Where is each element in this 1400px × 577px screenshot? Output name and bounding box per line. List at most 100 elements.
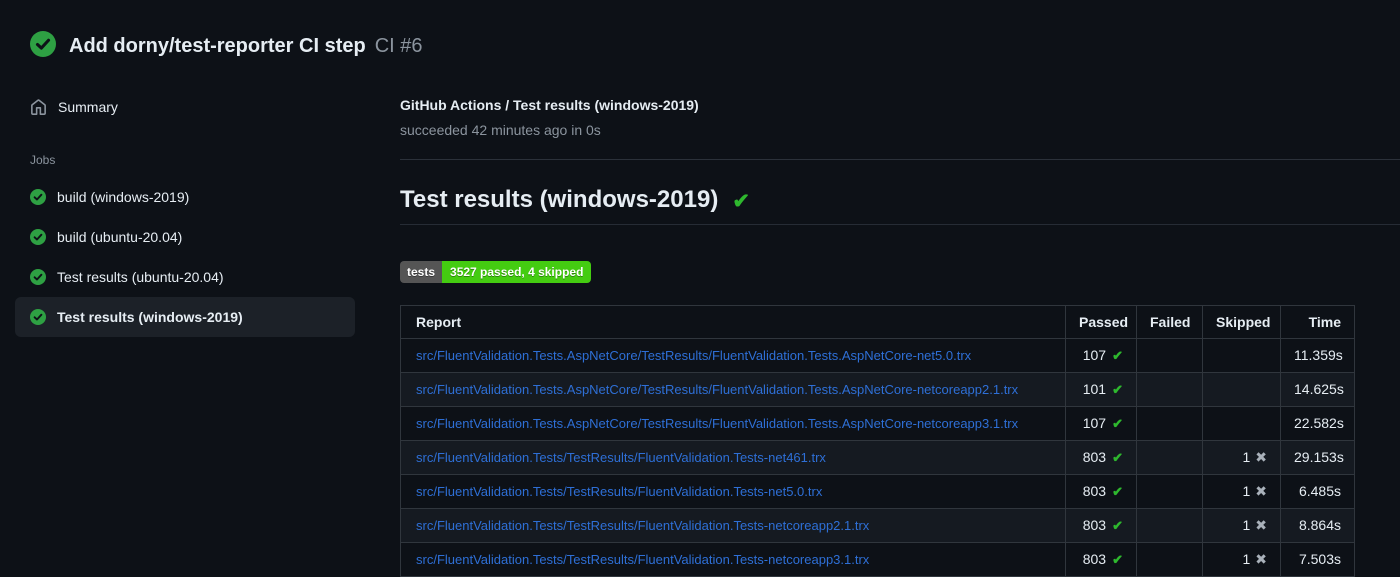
skipped-cell: 1 ✖ xyxy=(1202,439,1281,475)
job-success-icon xyxy=(30,229,46,245)
time-cell: 7.503s xyxy=(1280,541,1355,577)
passed-cell: 803 ✔ xyxy=(1065,541,1137,577)
table-row: src/FluentValidation.Tests.AspNetCore/Te… xyxy=(400,337,1355,373)
time-cell: 29.153s xyxy=(1280,439,1355,475)
job-success-icon xyxy=(30,189,46,205)
passed-cell: 101 ✔ xyxy=(1065,371,1137,407)
time-cell: 11.359s xyxy=(1280,337,1355,373)
results-heading-text: Test results (windows-2019) xyxy=(400,186,719,213)
skipped-cell: 1 ✖ xyxy=(1202,473,1281,509)
report-cell: src/FluentValidation.Tests/TestResults/F… xyxy=(400,473,1066,509)
time-value: 11.359s xyxy=(1294,347,1343,364)
sidebar-item-summary[interactable]: Summary xyxy=(0,96,400,118)
sidebar-job-item[interactable]: build (ubuntu-20.04) xyxy=(15,217,355,257)
time-value: 8.864s xyxy=(1298,517,1341,534)
passed-cell: 803 ✔ xyxy=(1065,507,1137,543)
job-status-line: succeeded 42 minutes ago in 0s xyxy=(400,122,601,138)
report-link[interactable]: src/FluentValidation.Tests/TestResults/F… xyxy=(416,552,869,567)
report-cell: src/FluentValidation.Tests.AspNetCore/Te… xyxy=(400,337,1066,373)
failed-cell xyxy=(1136,541,1203,577)
section-divider xyxy=(400,159,1400,160)
passed-check-icon: ✔ xyxy=(1112,449,1123,465)
passed-count: 107 xyxy=(1082,346,1107,363)
failed-cell xyxy=(1136,473,1203,509)
skipped-cell: 1 ✖ xyxy=(1202,541,1281,577)
time-cell: 22.582s xyxy=(1280,405,1355,441)
table-row: src/FluentValidation.Tests/TestResults/F… xyxy=(400,439,1355,475)
time-value: 7.503s xyxy=(1298,551,1341,568)
time-cell: 8.864s xyxy=(1280,507,1355,543)
table-row: src/FluentValidation.Tests.AspNetCore/Te… xyxy=(400,405,1355,441)
job-label: Test results (windows-2019) xyxy=(57,309,243,325)
job-breadcrumb: GitHub Actions / Test results (windows-2… xyxy=(400,97,699,113)
home-icon xyxy=(30,98,47,116)
column-header-failed: Failed xyxy=(1136,304,1203,339)
time-value: 14.625s xyxy=(1294,381,1344,398)
table-row: src/FluentValidation.Tests.AspNetCore/Te… xyxy=(400,371,1355,407)
failed-cell xyxy=(1136,371,1203,407)
skipped-cross-icon: ✖ xyxy=(1255,482,1267,499)
table-row: src/FluentValidation.Tests/TestResults/F… xyxy=(400,541,1355,577)
report-link[interactable]: src/FluentValidation.Tests/TestResults/F… xyxy=(416,484,822,499)
passed-count: 803 xyxy=(1082,550,1107,567)
skipped-cell xyxy=(1202,405,1281,441)
column-header-skipped: Skipped xyxy=(1202,304,1281,339)
report-cell: src/FluentValidation.Tests.AspNetCore/Te… xyxy=(400,371,1066,407)
passed-cell: 803 ✔ xyxy=(1065,473,1137,509)
passed-count: 107 xyxy=(1082,414,1107,431)
results-heading: Test results (windows-2019) ✔ xyxy=(400,186,1400,225)
report-link[interactable]: src/FluentValidation.Tests.AspNetCore/Te… xyxy=(416,348,971,363)
time-cell: 14.625s xyxy=(1280,371,1355,407)
run-number: CI #6 xyxy=(374,35,423,57)
passed-check-icon: ✔ xyxy=(1112,551,1123,567)
job-label: build (windows-2019) xyxy=(57,189,190,205)
run-success-icon xyxy=(30,31,56,62)
failed-cell xyxy=(1136,507,1203,543)
passed-check-icon: ✔ xyxy=(1112,483,1123,499)
failed-cell xyxy=(1136,405,1203,441)
report-cell: src/FluentValidation.Tests/TestResults/F… xyxy=(400,439,1066,475)
passed-check-icon: ✔ xyxy=(1112,415,1123,431)
job-label: Test results (ubuntu-20.04) xyxy=(57,269,224,285)
passed-count: 101 xyxy=(1082,380,1107,397)
success-check-icon: ✔ xyxy=(732,189,750,213)
skipped-count: 1 xyxy=(1242,448,1251,465)
passed-count: 803 xyxy=(1082,516,1107,533)
report-link[interactable]: src/FluentValidation.Tests.AspNetCore/Te… xyxy=(416,416,1018,431)
tests-badge[interactable]: tests 3527 passed, 4 skipped xyxy=(400,260,592,283)
run-header: Add dorny/test-reporter CI step CI #6 xyxy=(0,0,1400,60)
report-cell: src/FluentValidation.Tests.AspNetCore/Te… xyxy=(400,405,1066,441)
column-header-passed: Passed xyxy=(1065,304,1137,339)
sidebar-job-item[interactable]: build (windows-2019) xyxy=(15,177,355,217)
job-label: build (ubuntu-20.04) xyxy=(57,229,183,245)
sidebar: Summary Jobs build (windows-2019) build … xyxy=(0,96,400,337)
report-cell: src/FluentValidation.Tests/TestResults/F… xyxy=(400,541,1066,577)
passed-count: 803 xyxy=(1082,482,1107,499)
report-link[interactable]: src/FluentValidation.Tests/TestResults/F… xyxy=(416,518,869,533)
table-row: src/FluentValidation.Tests/TestResults/F… xyxy=(400,507,1355,543)
skipped-count: 1 xyxy=(1242,482,1251,499)
job-success-icon xyxy=(30,269,46,285)
job-success-icon xyxy=(30,309,46,325)
time-value: 29.153s xyxy=(1294,449,1344,466)
sidebar-job-item[interactable]: Test results (windows-2019) xyxy=(15,297,355,337)
run-title: Add dorny/test-reporter CI step xyxy=(69,35,366,57)
sidebar-job-item[interactable]: Test results (ubuntu-20.04) xyxy=(15,257,355,297)
table-header-row: Report Passed Failed Skipped Time xyxy=(400,304,1355,339)
skipped-cross-icon: ✖ xyxy=(1255,550,1267,567)
report-link[interactable]: src/FluentValidation.Tests.AspNetCore/Te… xyxy=(416,382,1018,397)
job-panel: GitHub Actions / Test results (windows-2… xyxy=(400,96,1400,577)
tests-badge-value: 3527 passed, 4 skipped xyxy=(442,260,592,283)
time-value: 6.485s xyxy=(1298,483,1341,500)
report-cell: src/FluentValidation.Tests/TestResults/F… xyxy=(400,507,1066,543)
passed-cell: 107 ✔ xyxy=(1065,337,1137,373)
failed-cell xyxy=(1136,337,1203,373)
column-header-time: Time xyxy=(1280,304,1355,339)
time-value: 22.582s xyxy=(1294,415,1344,432)
tests-badge-label: tests xyxy=(400,260,443,283)
report-link[interactable]: src/FluentValidation.Tests/TestResults/F… xyxy=(416,450,826,465)
passed-check-icon: ✔ xyxy=(1112,381,1123,397)
passed-cell: 803 ✔ xyxy=(1065,439,1137,475)
failed-cell xyxy=(1136,439,1203,475)
jobs-section-label: Jobs xyxy=(30,153,56,167)
